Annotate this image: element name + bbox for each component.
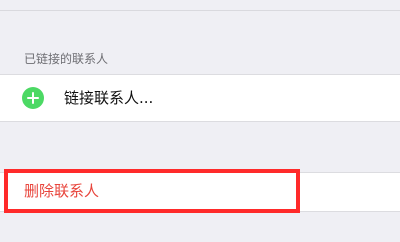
delete-contact-button[interactable]: 删除联系人 [0, 172, 400, 212]
delete-contact-label: 删除联系人 [24, 182, 100, 200]
link-contacts-row[interactable]: 链接联系人... [0, 74, 400, 122]
section-header-linked-contacts: 已链接的联系人 [24, 52, 109, 66]
plus-circle-icon [22, 87, 44, 109]
divider [0, 10, 400, 11]
top-spacer [0, 0, 400, 10]
link-contacts-label: 链接联系人... [64, 89, 154, 107]
section-spacer [0, 122, 400, 172]
